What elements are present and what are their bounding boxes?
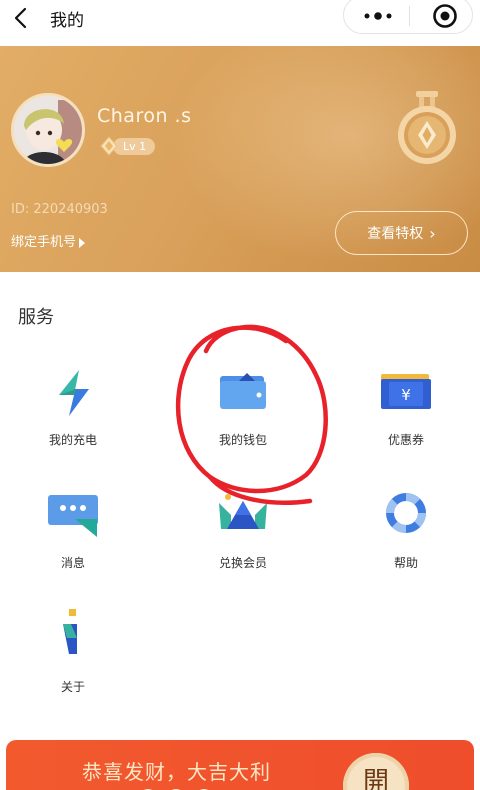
service-label: 帮助 <box>393 556 418 570</box>
banner-text: 恭喜发财，大吉大利 <box>82 760 271 784</box>
crown-icon <box>219 494 267 529</box>
view-privileges-button[interactable]: 查看特权 › <box>335 211 468 255</box>
lightning-icon <box>59 370 89 416</box>
service-help[interactable]: 帮助 <box>343 491 463 591</box>
service-label: 优惠券 <box>387 433 424 447</box>
view-privileges-label: 查看特权 <box>367 226 424 242</box>
service-label: 兑换会员 <box>218 556 267 570</box>
play-triangle-icon <box>79 237 86 248</box>
top-nav-bar: 我的 <box>0 0 480 40</box>
chevron-right-icon: › <box>429 223 436 243</box>
avatar[interactable] <box>11 93 85 167</box>
bind-phone-link[interactable]: 绑定手机号 <box>11 231 86 250</box>
service-label: 消息 <box>60 556 85 570</box>
service-my-charging[interactable]: 我的充电 <box>10 367 130 467</box>
lifebuoy-icon <box>386 493 426 533</box>
bind-phone-label: 绑定手机号 <box>11 235 77 250</box>
svg-text:¥: ¥ <box>401 386 411 404</box>
level-label: Lv 1 <box>113 138 156 155</box>
open-label: 開 <box>362 767 389 790</box>
service-coupons[interactable]: ¥ 优惠券 <box>343 367 463 467</box>
username: Charon .s <box>97 105 192 127</box>
mini-program-capsule <box>343 0 473 34</box>
avatar-image <box>14 96 82 164</box>
service-messages[interactable]: 消息 <box>10 491 130 591</box>
message-icon <box>48 495 98 537</box>
close-mini-program-icon[interactable] <box>432 3 458 29</box>
red-packet-banner[interactable]: 恭喜发财，大吉大利 開 <box>6 740 474 790</box>
service-about[interactable]: 关于 <box>10 608 130 708</box>
profile-card: Charon .s Lv 1 ID: 220240903 绑定手机号 查看特权 … <box>0 46 480 272</box>
service-redeem-membership[interactable]: 兑换会员 <box>180 491 300 591</box>
coupon-icon: ¥ <box>381 374 431 409</box>
medal-icon[interactable] <box>396 91 458 167</box>
more-options-icon[interactable] <box>362 7 394 25</box>
banner-decoration <box>143 789 209 790</box>
diamond-icon <box>100 136 118 156</box>
user-id: ID: 220240903 <box>11 202 108 217</box>
service-label: 我的充电 <box>48 433 97 447</box>
service-label: 我的钱包 <box>218 433 267 447</box>
capsule-divider <box>409 6 410 26</box>
service-my-wallet[interactable]: 我的钱包 <box>180 367 300 467</box>
page-title: 我的 <box>50 11 84 31</box>
service-label: 关于 <box>60 680 85 694</box>
wallet-icon <box>220 373 266 409</box>
services-section-title: 服务 <box>18 307 54 328</box>
back-arrow-icon[interactable] <box>10 6 34 30</box>
info-icon <box>63 609 77 654</box>
open-red-packet-button[interactable]: 開 <box>343 753 409 790</box>
